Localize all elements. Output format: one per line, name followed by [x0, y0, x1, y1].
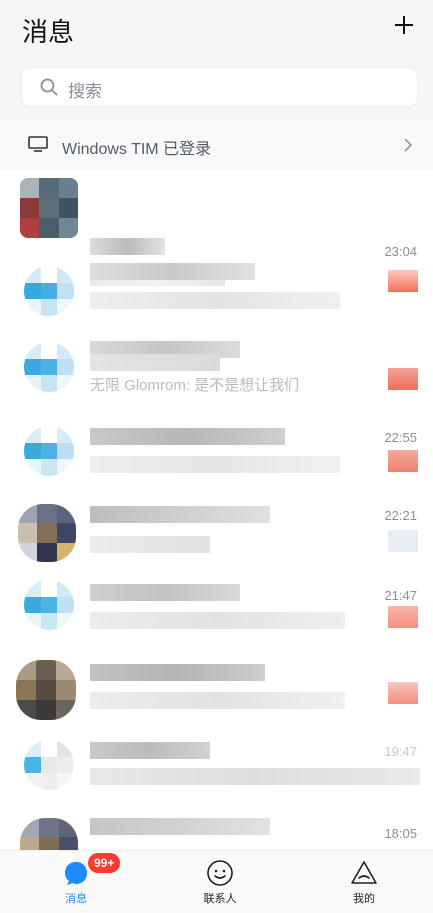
- avatar: [24, 740, 74, 790]
- search-placeholder: 搜索: [68, 82, 102, 101]
- device-login-banner[interactable]: Windows TIM 已登录: [0, 120, 433, 170]
- conversation-preview: [90, 768, 420, 785]
- conversation-time: 23:04: [384, 244, 417, 259]
- avatar: [24, 426, 74, 476]
- conversation-item[interactable]: 无限 Glomrom: 是不是想让我们: [0, 338, 433, 418]
- avatar: [18, 504, 76, 562]
- tab-me-label: 我的: [353, 893, 375, 905]
- message-bubble-icon: [65, 862, 87, 885]
- unread-count-badge: 99+: [88, 853, 121, 873]
- avatar: [24, 580, 74, 630]
- conversation-name: [90, 506, 270, 523]
- conversation-preview: [90, 692, 345, 709]
- conversation-preview: 无限 Glomrom: 是不是想让我们: [90, 377, 300, 394]
- conversation-time: 22:55: [384, 430, 417, 445]
- conversation-list[interactable]: Windows TIM 已登录 23:04 无限 Glomrom: 是不是想让我…: [0, 120, 433, 850]
- avatar: [16, 660, 76, 720]
- tab-contacts-label: 联系人: [203, 893, 237, 905]
- contacts-icon: [207, 860, 233, 886]
- search-icon: [40, 78, 58, 96]
- conversation-item[interactable]: 18:05: [0, 810, 433, 850]
- tab-contacts[interactable]: 联系人: [180, 857, 260, 909]
- conversation-time: 21:47: [384, 588, 417, 603]
- conversation-time: 22:21: [384, 508, 417, 523]
- conversation-name: [90, 742, 210, 759]
- conversation-preview: [90, 612, 345, 629]
- star-triangle-icon: [351, 861, 377, 884]
- conversation-name: [90, 238, 165, 255]
- chevron-right-icon: [404, 138, 413, 152]
- avatar: [24, 342, 74, 392]
- page-title: 消息: [22, 17, 75, 47]
- conversation-name: [90, 584, 240, 601]
- conversation-item[interactable]: [0, 258, 433, 338]
- conversation-time: 18:05: [384, 826, 417, 841]
- avatar: [24, 266, 74, 316]
- conversation-item[interactable]: 22:21: [0, 496, 433, 576]
- unread-indicator: [388, 368, 418, 390]
- conversation-name: [90, 818, 270, 835]
- conversation-preview: [90, 456, 340, 473]
- unread-indicator: [388, 450, 418, 472]
- search-bar[interactable]: 搜索: [22, 68, 417, 106]
- conversation-item[interactable]: 19:47: [0, 734, 433, 814]
- conversation-name: [90, 428, 285, 445]
- unread-indicator: [388, 606, 418, 628]
- conversation-item[interactable]: 23:04: [0, 172, 433, 286]
- avatar: [20, 818, 78, 850]
- conversation-preview: [90, 292, 340, 309]
- conversation-item[interactable]: 22:55: [0, 420, 433, 500]
- bottom-tab-bar: 消息 99+ 联系人 我的: [0, 850, 433, 913]
- avatar: [20, 178, 78, 238]
- device-login-text: Windows TIM 已登录: [62, 141, 212, 158]
- tab-me[interactable]: 我的: [324, 857, 404, 909]
- unread-indicator: [388, 270, 418, 292]
- conversation-name: [90, 664, 265, 681]
- unread-indicator: [388, 682, 418, 704]
- conversation-name: [90, 263, 255, 280]
- top-bar: 消息: [0, 0, 433, 60]
- tab-messages-label: 消息: [65, 893, 87, 905]
- plus-icon[interactable]: [393, 14, 415, 36]
- conversation-item[interactable]: 21:47: [0, 576, 433, 656]
- conversation-item[interactable]: [0, 654, 433, 734]
- desktop-icon: [28, 136, 48, 152]
- conversation-name-2: [90, 354, 220, 371]
- conversation-preview: [90, 536, 210, 553]
- unread-indicator: [388, 530, 418, 552]
- conversation-time: 19:47: [384, 744, 417, 759]
